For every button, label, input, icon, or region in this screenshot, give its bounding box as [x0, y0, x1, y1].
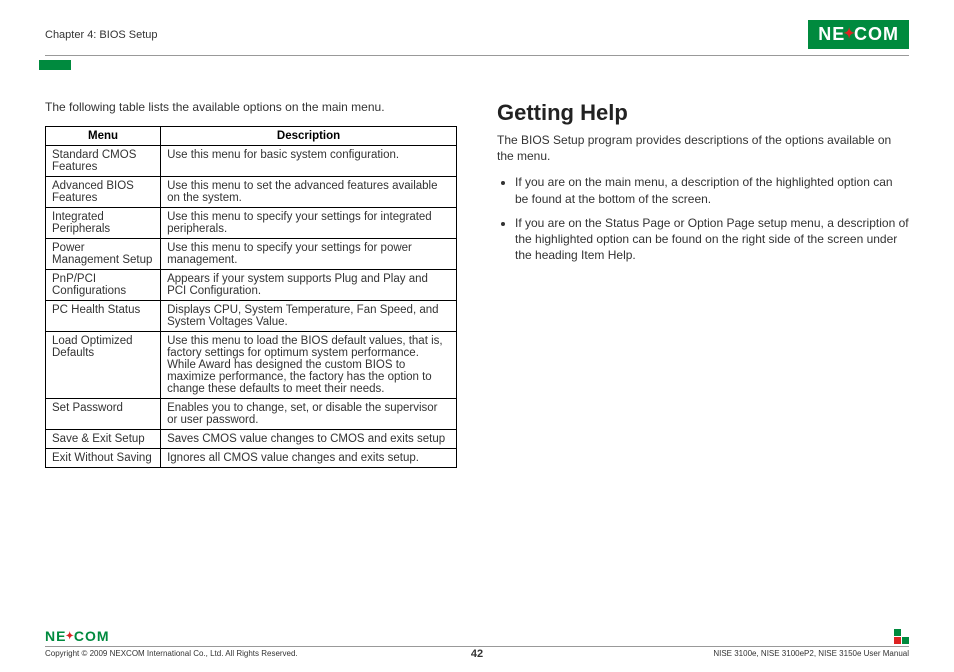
- cell-desc: Appears if your system supports Plug and…: [161, 270, 457, 301]
- cell-desc: Enables you to change, set, or disable t…: [161, 399, 457, 430]
- cell-desc: Displays CPU, System Temperature, Fan Sp…: [161, 301, 457, 332]
- logo-dot-icon: ✦: [843, 25, 856, 42]
- copyright-text: Copyright © 2009 NEXCOM International Co…: [45, 649, 298, 658]
- square-icon: [902, 629, 909, 636]
- footer-squares-icon: [894, 629, 909, 644]
- table-header-row: Menu Description: [46, 127, 457, 146]
- page-number: 42: [471, 648, 483, 660]
- cell-menu: Load Optimized Defaults: [46, 332, 161, 399]
- logo-text-part1: NE: [45, 628, 66, 644]
- cell-menu: Power Management Setup: [46, 239, 161, 270]
- col-header-description: Description: [161, 127, 457, 146]
- cell-menu: Exit Without Saving: [46, 449, 161, 468]
- header-accent-bar: [39, 60, 71, 70]
- cell-menu: Advanced BIOS Features: [46, 177, 161, 208]
- cell-menu: PnP/PCI Configurations: [46, 270, 161, 301]
- cell-desc: Use this menu to load the BIOS default v…: [161, 332, 457, 399]
- right-column: Getting Help The BIOS Setup program prov…: [497, 100, 909, 468]
- section-paragraph: The BIOS Setup program provides descript…: [497, 132, 909, 164]
- cell-desc: Use this menu for basic system configura…: [161, 146, 457, 177]
- bullet-item: If you are on the Status Page or Option …: [515, 215, 909, 264]
- cell-menu: Integrated Peripherals: [46, 208, 161, 239]
- cell-menu: Save & Exit Setup: [46, 430, 161, 449]
- table-row: PC Health StatusDisplays CPU, System Tem…: [46, 301, 457, 332]
- table-intro-text: The following table lists the available …: [45, 100, 457, 114]
- footer-nexcom-logo: NE✦COM: [45, 628, 110, 644]
- chapter-label: Chapter 4: BIOS Setup: [45, 29, 158, 41]
- cell-desc: Ignores all CMOS value changes and exits…: [161, 449, 457, 468]
- bullet-list: If you are on the main menu, a descripti…: [497, 174, 909, 263]
- footer-line: Copyright © 2009 NEXCOM International Co…: [45, 646, 909, 658]
- table-row: PnP/PCI ConfigurationsAppears if your sy…: [46, 270, 457, 301]
- cell-desc: Use this menu to set the advanced featur…: [161, 177, 457, 208]
- cell-menu: Standard CMOS Features: [46, 146, 161, 177]
- logo-text-part2: COM: [74, 628, 110, 644]
- table-row: Exit Without SavingIgnores all CMOS valu…: [46, 449, 457, 468]
- square-icon: [894, 637, 901, 644]
- left-column: The following table lists the available …: [45, 100, 457, 468]
- logo-text-part1: NE: [818, 24, 845, 45]
- cell-desc: Use this menu to specify your settings f…: [161, 208, 457, 239]
- table-row: Integrated PeripheralsUse this menu to s…: [46, 208, 457, 239]
- square-icon: [902, 637, 909, 644]
- manual-reference: NISE 3100e, NISE 3100eP2, NISE 3150e Use…: [713, 649, 909, 658]
- col-header-menu: Menu: [46, 127, 161, 146]
- page-header: Chapter 4: BIOS Setup NE✦COM: [45, 20, 909, 56]
- section-heading: Getting Help: [497, 100, 909, 126]
- table-row: Advanced BIOS FeaturesUse this menu to s…: [46, 177, 457, 208]
- cell-desc: Saves CMOS value changes to CMOS and exi…: [161, 430, 457, 449]
- nexcom-logo: NE✦COM: [808, 20, 909, 49]
- table-row: Save & Exit SetupSaves CMOS value change…: [46, 430, 457, 449]
- table-row: Load Optimized DefaultsUse this menu to …: [46, 332, 457, 399]
- page-footer: NE✦COM Copyright © 2009 NEXCOM Internati…: [45, 628, 909, 658]
- table-row: Power Management SetupUse this menu to s…: [46, 239, 457, 270]
- footer-logo-row: NE✦COM: [45, 628, 909, 644]
- page-content: The following table lists the available …: [45, 100, 909, 468]
- cell-menu: PC Health Status: [46, 301, 161, 332]
- cell-menu: Set Password: [46, 399, 161, 430]
- bios-menu-table: Menu Description Standard CMOS FeaturesU…: [45, 126, 457, 468]
- square-icon: [894, 629, 901, 636]
- bullet-item: If you are on the main menu, a descripti…: [515, 174, 909, 206]
- table-row: Set PasswordEnables you to change, set, …: [46, 399, 457, 430]
- logo-text-part2: COM: [854, 24, 899, 45]
- cell-desc: Use this menu to specify your settings f…: [161, 239, 457, 270]
- table-row: Standard CMOS FeaturesUse this menu for …: [46, 146, 457, 177]
